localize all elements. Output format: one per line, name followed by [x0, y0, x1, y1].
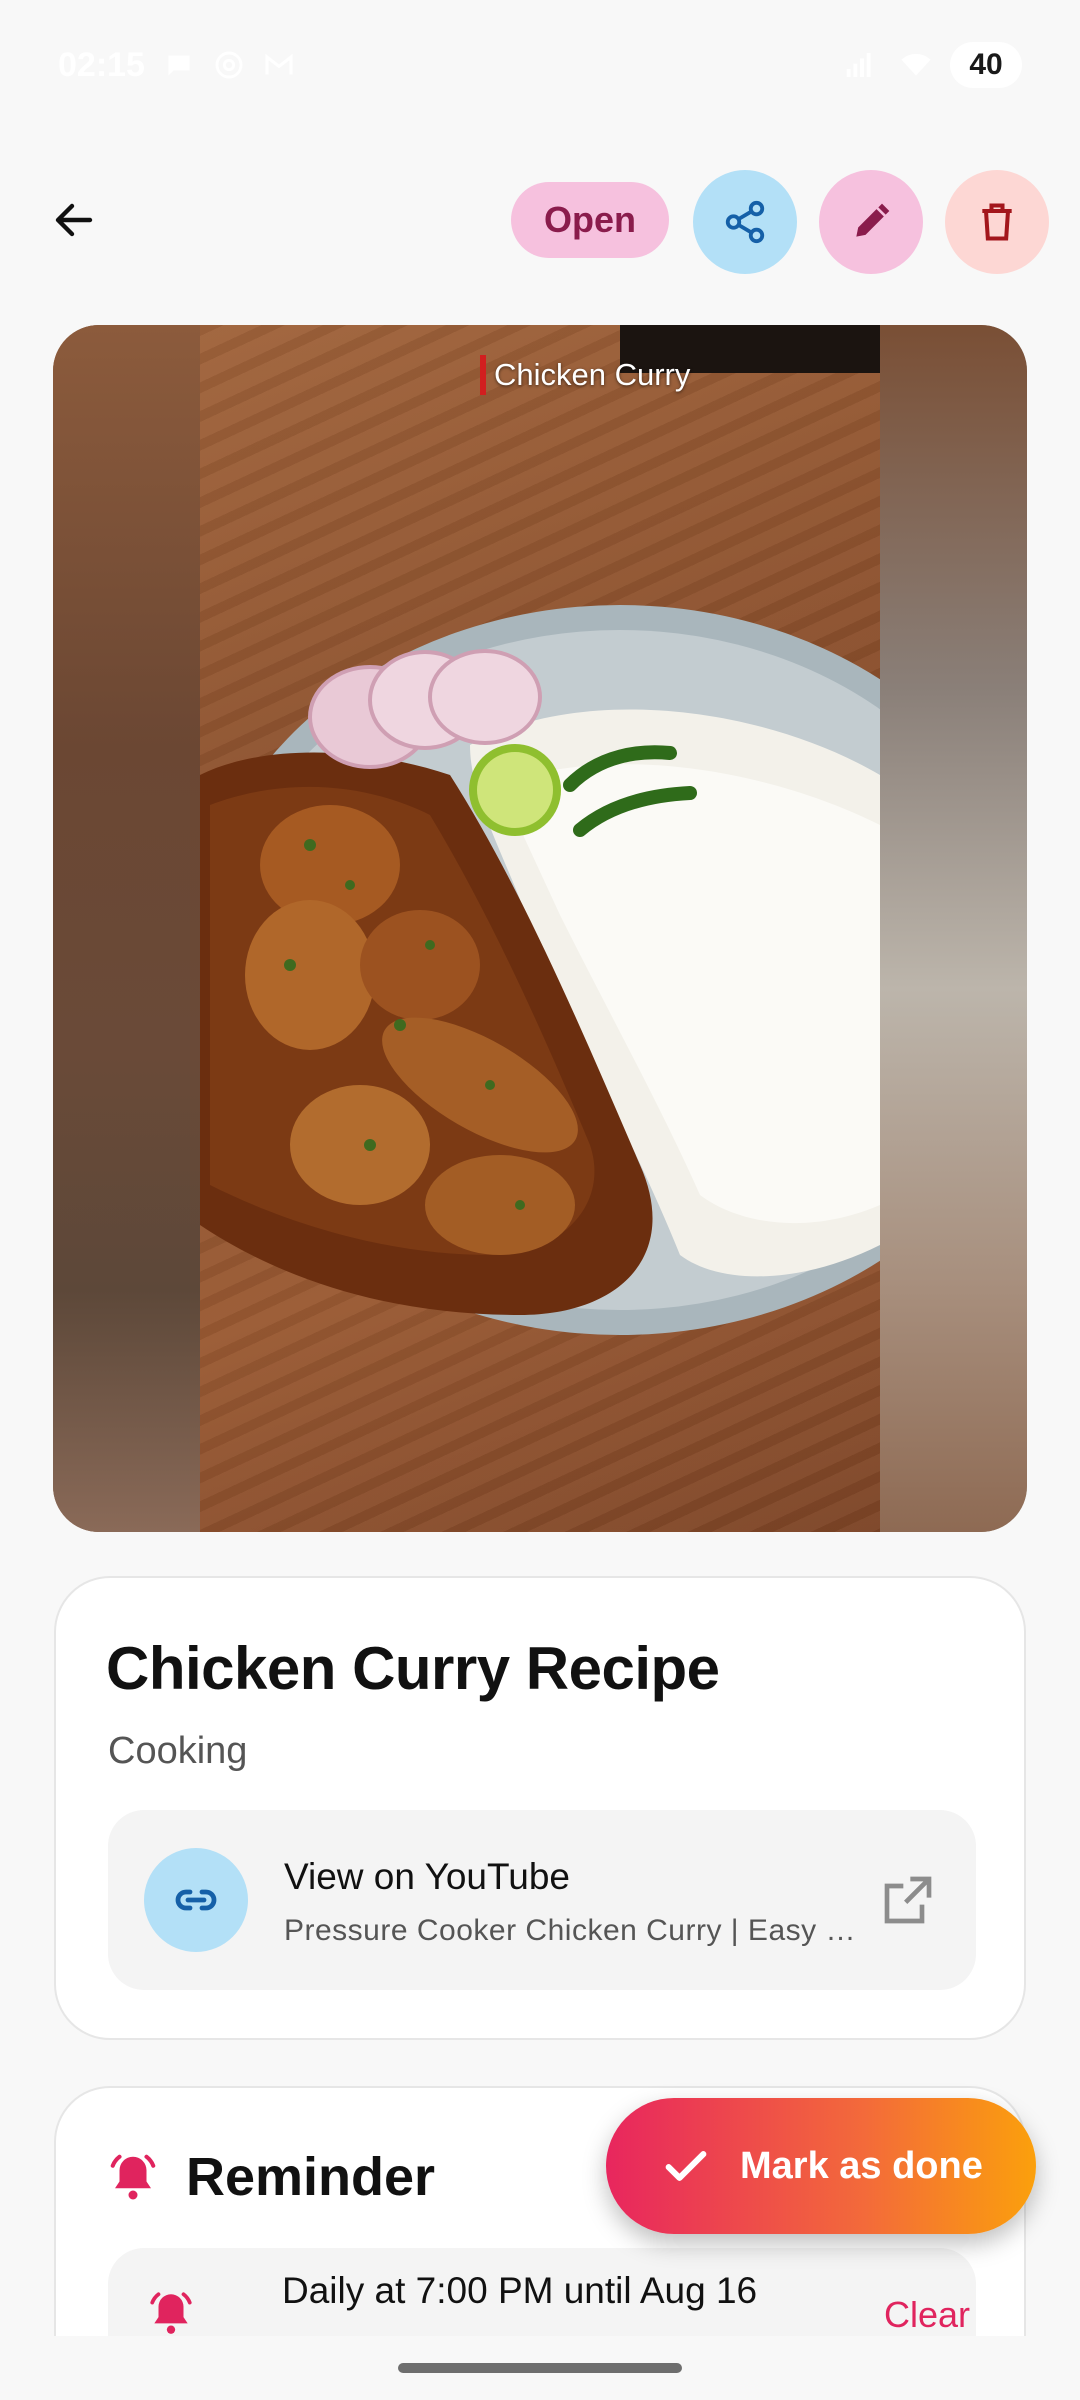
video-caption: Chicken Curry: [480, 353, 690, 397]
mark-as-done-label: Mark as done: [740, 2144, 983, 2187]
signal-icon: [842, 49, 874, 81]
top-bar: Open: [0, 160, 1080, 280]
at-sign-icon: [213, 49, 245, 81]
bell-ring-icon: [110, 2154, 156, 2200]
share-icon: [725, 200, 765, 244]
external-link-icon[interactable]: [880, 1872, 936, 1928]
battery-indicator: 40: [950, 42, 1022, 88]
thumbnail-blur-right: [880, 325, 1027, 1532]
pencil-icon: [856, 203, 890, 237]
youtube-link-row[interactable]: View on YouTube Pressure Cooker Chicken …: [108, 1810, 976, 1990]
thumbnail-blur-left: [53, 325, 200, 1532]
link-title: View on YouTube: [284, 1856, 570, 1897]
status-bar: 02:15 40: [0, 0, 1080, 130]
mark-as-done-button[interactable]: Mark as done: [606, 2098, 1036, 2234]
food-photo: [200, 325, 880, 1532]
video-caption-text: Chicken Curry: [494, 357, 691, 392]
status-right: 40: [842, 42, 1022, 88]
trash-icon: [982, 203, 1012, 241]
link-subtitle: Pressure Cooker Chicken Curry | Easy Chi…: [284, 1914, 864, 1947]
link-icon-circle: [144, 1848, 248, 1952]
clear-reminder-button[interactable]: Clear: [884, 2294, 970, 2336]
gesture-nav-handle[interactable]: [398, 2363, 682, 2373]
share-button[interactable]: [693, 170, 797, 274]
bell-ring-icon: [150, 2292, 192, 2334]
details-card: Chicken Curry Recipe Cooking View on You…: [54, 1576, 1026, 2040]
thumbnail-image[interactable]: Chicken Curry: [53, 325, 1027, 1532]
open-button[interactable]: Open: [511, 182, 669, 258]
reminder-title: Reminder: [186, 2147, 436, 2207]
item-title: Chicken Curry Recipe: [106, 1635, 720, 1702]
link-icon: [175, 1889, 217, 1911]
check-icon: [665, 2151, 707, 2181]
reminder-header: Reminder: [106, 2146, 435, 2208]
chat-bubble-icon: [163, 49, 195, 81]
item-category: Cooking: [108, 1730, 248, 1772]
screen: 02:15 40 Open Chicken Curry Chicken Curr…: [0, 0, 1080, 2400]
wifi-icon: [896, 49, 931, 81]
arrow-left-icon: [55, 203, 93, 237]
status-left: 02:15: [58, 46, 295, 85]
back-button[interactable]: [34, 180, 114, 260]
gmail-icon: [263, 49, 295, 81]
curry-plate-illustration: [200, 605, 880, 1335]
caption-marker: [480, 355, 486, 395]
edit-button[interactable]: [819, 170, 923, 274]
delete-button[interactable]: [945, 170, 1049, 274]
reminder-schedule-text: Daily at 7:00 PM until Aug 16: [282, 2270, 758, 2311]
status-time: 02:15: [58, 45, 145, 84]
